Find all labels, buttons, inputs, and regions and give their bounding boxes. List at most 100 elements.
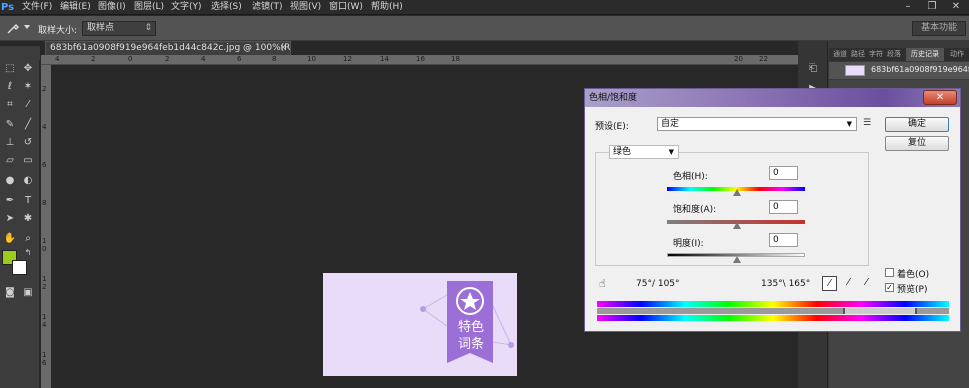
ruler-v-label: 1 4 <box>42 313 47 329</box>
tab-channels[interactable]: 通道 <box>833 48 847 61</box>
dialog-close-button[interactable]: ✕ <box>923 90 957 105</box>
menu-select[interactable]: 选择(S) <box>211 0 242 15</box>
blur-tool-icon[interactable]: ● <box>3 174 17 188</box>
eraser-tool-icon[interactable]: ▱ <box>3 154 17 168</box>
horizontal-ruler[interactable]: 4 2 0 2 4 6 8 10 12 14 16 18 20 22 <box>41 55 798 65</box>
clone-stamp-icon[interactable]: ⊥ <box>3 136 17 150</box>
ruler-h-label: 4 <box>201 55 206 63</box>
sample-size-select[interactable]: 取样点 ⇕ <box>82 21 156 36</box>
menu-help[interactable]: 帮助(H) <box>371 0 403 15</box>
background-color-swatch[interactable] <box>12 260 27 275</box>
workspace-switcher[interactable]: 基本功能 <box>912 21 966 36</box>
healing-brush-icon[interactable]: ✎ <box>3 118 17 132</box>
menu-window[interactable]: 窗口(W) <box>329 0 363 15</box>
eyedropper-minus-icon[interactable]: ⁄ <box>859 276 874 291</box>
close-icon[interactable]: ✕ <box>944 0 968 15</box>
ruler-v-label: 2 <box>42 85 47 93</box>
ruler-h-label: 16 <box>416 55 425 63</box>
ruler-v-label: 1 6 <box>42 351 47 367</box>
toolbox-top <box>0 46 40 60</box>
gradient-tool-icon[interactable]: ▭ <box>21 154 35 168</box>
history-brush-icon[interactable]: ↺ <box>21 136 35 150</box>
dialog-title-bar[interactable]: 色相/饱和度 <box>585 89 960 107</box>
preset-select[interactable]: 自定 ▼ <box>657 117 857 131</box>
menu-edit[interactable]: 编辑(E) <box>60 0 91 15</box>
menu-type[interactable]: 文字(Y) <box>171 0 202 15</box>
ruler-h-label: 10 <box>307 55 316 63</box>
crop-tool-icon[interactable]: ⌗ <box>3 98 17 112</box>
range-slider-track[interactable] <box>597 308 949 314</box>
hue-slider-thumb[interactable] <box>733 189 741 196</box>
range-selector[interactable] <box>843 308 917 314</box>
pen-tool-icon[interactable]: ✒ <box>3 194 17 208</box>
lightness-label: 明度(I): <box>673 239 704 249</box>
saturation-slider-thumb[interactable] <box>733 222 741 229</box>
channel-select[interactable]: 绿色 ▼ <box>609 145 679 159</box>
lightness-input[interactable]: 0 <box>769 233 798 247</box>
tab-actions[interactable]: 动作 <box>950 48 964 61</box>
ruler-h-label: 14 <box>380 55 389 63</box>
dodge-tool-icon[interactable]: ◐ <box>21 174 35 188</box>
screen-mode-icon[interactable]: ▣ <box>21 286 35 300</box>
ok-button[interactable]: 确定 <box>885 117 949 132</box>
document-tab[interactable]: 683bf61a0908f919e964feb1d44c842c.jpg @ 1… <box>45 41 291 55</box>
preset-label: 预设(E): <box>595 122 629 132</box>
history-item-label: 683bf61a0908f919e964feb1... <box>871 65 969 74</box>
hue-saturation-dialog: 色相/饱和度 ✕ 预设(E): 自定 ▼ ☰ 确定 复位 绿色 ▼ 色相(H):… <box>584 88 961 332</box>
eyedropper-icon[interactable]: ⁄ <box>21 98 35 112</box>
swap-colors-icon[interactable]: ↰ <box>21 246 35 260</box>
menu-file[interactable]: 文件(F) <box>22 0 52 15</box>
path-selection-icon[interactable]: ➤ <box>3 212 17 226</box>
history-panel-icon[interactable]: ⎗ <box>806 62 820 76</box>
brush-tool-icon[interactable]: ╱ <box>21 118 35 132</box>
menu-image[interactable]: 图像(I) <box>98 0 126 15</box>
zoom-tool-icon[interactable]: ⌕ <box>21 232 35 246</box>
saturation-input[interactable]: 0 <box>769 200 798 214</box>
tool-preset-chevron-icon[interactable] <box>24 25 30 29</box>
lightness-slider-thumb[interactable] <box>733 256 741 263</box>
quick-mask-icon[interactable]: ◙ <box>3 286 17 300</box>
preview-checkbox[interactable]: ✓ <box>885 283 894 292</box>
ruler-h-label: 2 <box>91 55 96 63</box>
tab-paragraph[interactable]: 段落 <box>887 48 901 61</box>
menu-bar: Ps 文件(F) 编辑(E) 图像(I) 图层(L) 文字(Y) 选择(S) 滤… <box>0 0 969 15</box>
restore-icon[interactable]: ❐ <box>920 0 944 15</box>
magic-wand-icon[interactable]: ✶ <box>21 80 35 94</box>
marquee-tool-icon[interactable]: ⬚ <box>3 62 17 76</box>
tab-close-icon[interactable]: × <box>279 42 287 55</box>
eyedropper-plus-icon[interactable]: ⁄ <box>841 276 856 291</box>
minimize-icon[interactable]: – <box>896 0 920 15</box>
channel-value: 绿色 <box>613 147 632 157</box>
hue-input[interactable]: 0 <box>769 166 798 180</box>
history-snapshot-row[interactable]: 683bf61a0908f919e964feb1... <box>829 62 969 79</box>
badge-text-line2: 词条 <box>457 337 484 352</box>
type-tool-icon[interactable]: T <box>21 194 35 208</box>
document-image[interactable]: 特色 词条 <box>323 273 517 376</box>
lasso-tool-icon[interactable]: ℓ <box>3 80 17 94</box>
reset-button[interactable]: 复位 <box>885 136 949 151</box>
shape-tool-icon[interactable]: ✱ <box>21 212 35 226</box>
chevron-down-icon: ▼ <box>846 120 852 128</box>
vertical-ruler[interactable]: 2 4 6 8 1 0 1 2 1 4 1 6 <box>41 65 51 388</box>
hand-tool-icon[interactable]: ✋ <box>3 232 17 246</box>
preview-label: 预览(P) <box>897 285 928 295</box>
tab-character[interactable]: 字符 <box>869 48 883 61</box>
eyedropper-icon[interactable]: ⁄ <box>822 276 837 291</box>
menu-view[interactable]: 视图(V) <box>290 0 321 15</box>
eyedropper-tool-icon[interactable] <box>6 21 20 35</box>
menu-filter[interactable]: 滤镜(T) <box>252 0 283 15</box>
menu-layer[interactable]: 图层(L) <box>134 0 164 15</box>
targeted-adjust-hand-icon[interactable]: ☝ <box>599 277 606 290</box>
photoshop-logo: Ps <box>1 2 15 13</box>
tab-paths[interactable]: 路径 <box>851 48 865 61</box>
tab-history[interactable]: 历史记录 <box>906 48 944 61</box>
ruler-v-label: 6 <box>42 161 47 169</box>
move-tool-icon[interactable]: ✥ <box>21 62 35 76</box>
preset-options-icon[interactable]: ☰ <box>863 118 871 128</box>
colorize-checkbox[interactable] <box>885 268 894 277</box>
chevron-down-icon: ▼ <box>668 148 674 156</box>
select-arrows-icon: ⇕ <box>144 23 152 33</box>
sample-size-label: 取样大小: <box>38 26 78 36</box>
badge-text-line1: 特色 <box>457 320 484 335</box>
range-left-readout: 75°/ 105° <box>636 279 680 289</box>
